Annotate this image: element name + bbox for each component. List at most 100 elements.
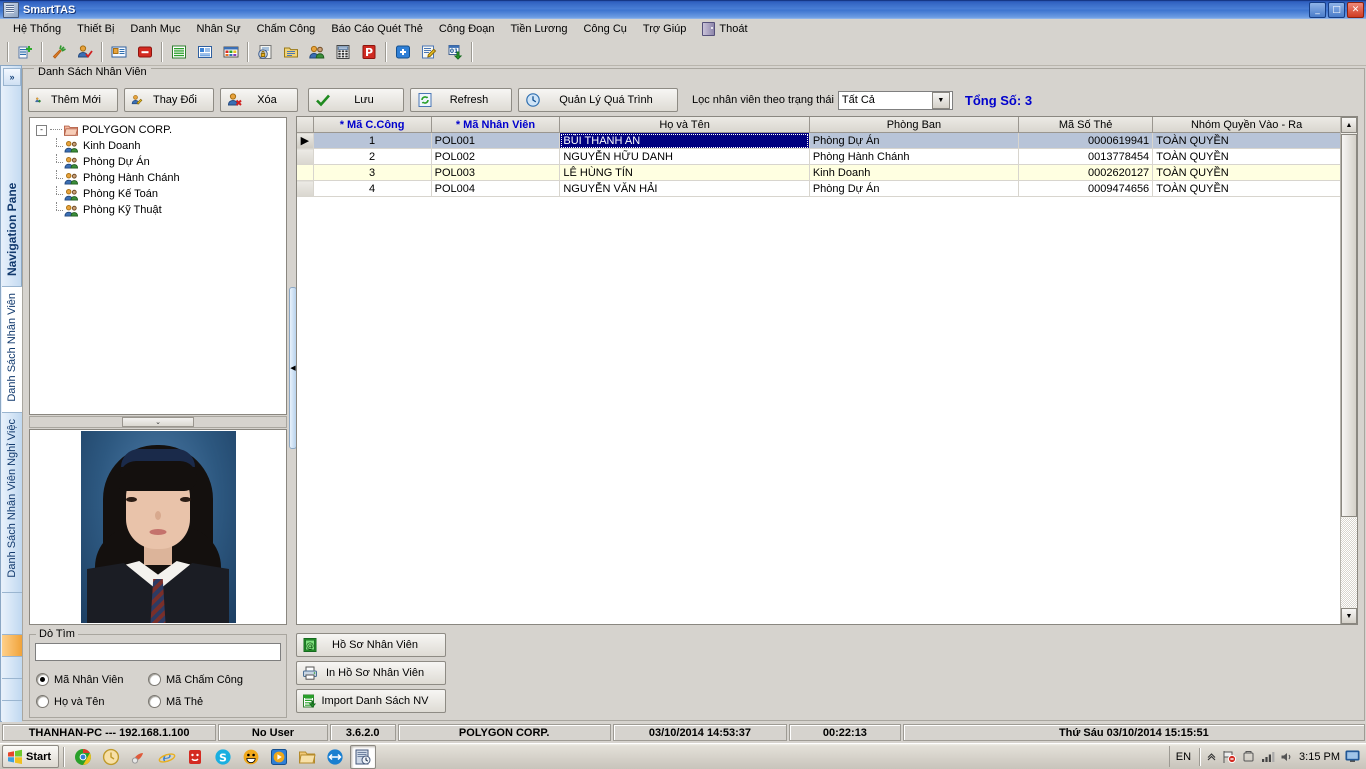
department-tree[interactable]: - POLYGON CORP. Kinh Doanh Phòng Dự Án P…	[29, 117, 287, 415]
tree-collapse-splitter[interactable]: ⌄	[29, 416, 287, 428]
skype-icon-button[interactable]: S	[210, 745, 236, 769]
taskbar-clock[interactable]: 3:15 PM	[1299, 751, 1340, 763]
import-employee-list-button[interactable]: Import Danh Sách NV	[296, 689, 446, 713]
smarttas-icon-button[interactable]	[350, 744, 377, 769]
show-desktop-icon[interactable]	[1345, 750, 1360, 763]
report-lock-icon-button[interactable]	[253, 40, 277, 64]
cell-phong-ban[interactable]: Kinh Doanh	[809, 164, 1020, 181]
chevron-down-icon[interactable]: ▼	[931, 91, 950, 109]
teamviewer-icon-button[interactable]	[322, 745, 348, 769]
cell-ma-nhan-vien[interactable]: POL002	[431, 148, 561, 165]
network-signal-icon[interactable]	[1261, 751, 1275, 763]
status-filter-select[interactable]: Tất Cả ▼	[837, 90, 953, 110]
grid-color-icon-button[interactable]	[219, 40, 243, 64]
tree-node-kinh-doanh[interactable]: Kinh Doanh	[30, 138, 286, 154]
scroll-thumb[interactable]	[1341, 134, 1357, 517]
radio-button[interactable]	[148, 673, 161, 686]
minimize-button[interactable]: _	[1309, 2, 1326, 18]
cell-ma-ccong[interactable]: 2	[313, 148, 432, 165]
cell-ho-va-ten[interactable]: NGUYỄN VĂN HẢI	[559, 180, 810, 197]
users-icon-button[interactable]	[305, 40, 329, 64]
process-management-button[interactable]: Quản Lý Quá Trình	[518, 88, 678, 112]
cell-nhom-quyen[interactable]: TOÀN QUYỀN	[1152, 180, 1341, 197]
calculator-icon-button[interactable]	[331, 40, 355, 64]
print-profile-button[interactable]: In Hồ Sơ Nhân Viên	[296, 661, 446, 685]
menu-item-cong-doan[interactable]: Công Đoạn	[431, 21, 503, 37]
delete-button[interactable]: Xóa	[220, 88, 298, 112]
tree-node-phong-ke-toan[interactable]: Phòng Kế Toán	[30, 186, 286, 202]
user-check-icon-button[interactable]	[73, 40, 97, 64]
employee-data-grid[interactable]: * Mã C.Công * Mã Nhân Viên Họ và Tên Phò…	[296, 116, 1358, 625]
cell-phong-ban[interactable]: Phòng Dự Án	[809, 180, 1020, 197]
volume-icon[interactable]	[1280, 751, 1294, 763]
powerpoint-icon-button[interactable]: P	[357, 40, 381, 64]
radio-ma-the[interactable]: Mã Thẻ	[148, 695, 203, 708]
menu-item-tien-luong[interactable]: Tiền Lương	[503, 21, 576, 37]
chrome-icon-button[interactable]	[70, 745, 96, 769]
expand-arrow-icon[interactable]	[1206, 751, 1217, 762]
panel-splitter[interactable]: ◀	[288, 117, 297, 625]
save-button[interactable]: Lưu	[308, 88, 404, 112]
cell-ma-nhan-vien[interactable]: POL004	[431, 180, 561, 197]
chevron-down-icon[interactable]: ⌄	[122, 417, 194, 427]
scroll-up-button[interactable]: ▲	[1341, 117, 1357, 133]
nav-strip-segment[interactable]	[2, 678, 22, 701]
radio-button[interactable]	[148, 695, 161, 708]
scroll-down-button[interactable]: ▼	[1341, 608, 1357, 624]
search-input[interactable]	[35, 643, 281, 661]
cell-phong-ban[interactable]: Phòng Hành Chánh	[809, 148, 1020, 165]
column-header-ma-ccong[interactable]: * Mã C.Công	[313, 117, 432, 133]
cell-ma-so-the[interactable]: 0013778454	[1018, 148, 1154, 165]
tree-node-phong-du-an[interactable]: Phòng Dự Án	[30, 154, 286, 170]
export-date-icon-button[interactable]: 01	[443, 40, 467, 64]
menu-item-thiet-bi[interactable]: Thiết Bị	[69, 21, 122, 37]
cell-nhom-quyen[interactable]: TOÀN QUYỀN	[1152, 148, 1341, 165]
sharepod-icon-button[interactable]	[126, 745, 152, 769]
cell-ho-va-ten[interactable]: LÊ HÙNG TÍN	[559, 164, 810, 181]
folder-icon-button[interactable]	[294, 745, 320, 769]
flag-error-icon[interactable]	[1222, 750, 1237, 764]
menu-item-thoat[interactable]: Thoát	[694, 20, 755, 38]
grid-vertical-scrollbar[interactable]: ▲ ▼	[1340, 117, 1357, 624]
tree-collapse-toggle[interactable]: -	[36, 124, 47, 136]
table-row[interactable]: 2 POL002 NGUYỄN HỮU DANH Phòng Hành Chán…	[297, 148, 1341, 165]
media-player-icon-button[interactable]	[266, 745, 292, 769]
cell-ma-so-the[interactable]: 0009474656	[1018, 180, 1154, 197]
cell-ma-ccong[interactable]: 1	[313, 132, 432, 149]
nav-tab-danh-sach-nhan-vien-nghi-viec[interactable]: Danh Sách Nhân Viên Nghỉ Việc	[2, 412, 22, 593]
row-marker[interactable]: ▶	[297, 132, 314, 149]
cell-ma-ccong[interactable]: 3	[313, 164, 432, 181]
cell-ma-so-the[interactable]: 0002620127	[1018, 164, 1154, 181]
form-icon-button[interactable]	[193, 40, 217, 64]
menu-item-nhan-su[interactable]: Nhân Sự	[189, 21, 249, 37]
radio-ma-nhan-vien[interactable]: Mã Nhân Viên	[36, 673, 124, 686]
list-lines-icon-button[interactable]	[167, 40, 191, 64]
row-marker[interactable]	[297, 180, 314, 197]
start-button[interactable]: Start	[2, 745, 60, 768]
cell-ma-nhan-vien[interactable]: POL003	[431, 164, 561, 181]
radio-button[interactable]	[36, 695, 49, 708]
nav-strip-segment[interactable]	[2, 700, 22, 722]
edit-button[interactable]: Thay Đổi	[124, 88, 214, 112]
tree-node-phong-ky-thuat[interactable]: Phòng Kỹ Thuật	[30, 202, 286, 218]
column-header-ma-nhan-vien[interactable]: * Mã Nhân Viên	[431, 117, 561, 133]
column-header-ho-va-ten[interactable]: Họ và Tên	[559, 117, 810, 133]
maximize-button[interactable]: □	[1328, 2, 1345, 18]
tree-node-phong-hanh-chanh[interactable]: Phòng Hành Chánh	[30, 170, 286, 186]
add-blue-icon-button[interactable]	[391, 40, 415, 64]
cell-ma-so-the[interactable]: 0000619941	[1018, 132, 1154, 149]
menu-item-cong-cu[interactable]: Công Cụ	[575, 21, 634, 37]
employee-profile-button[interactable]: @ Hồ Sơ Nhân Viên	[296, 633, 446, 657]
cell-nhom-quyen[interactable]: TOÀN QUYỀN	[1152, 132, 1341, 149]
nav-strip-segment[interactable]	[2, 592, 22, 635]
table-row[interactable]: 4 POL004 NGUYỄN VĂN HẢI Phòng Dự Án 0009…	[297, 180, 1341, 197]
cell-ho-va-ten[interactable]: NGUYỄN HỮU DANH	[559, 148, 810, 165]
table-row[interactable]: 3 POL003 LÊ HÙNG TÍN Kinh Doanh 00026201…	[297, 164, 1341, 181]
menu-item-he-thong[interactable]: Hệ Thống	[5, 21, 69, 37]
row-marker[interactable]	[297, 164, 314, 181]
menu-item-bao-cao-quet-the[interactable]: Báo Cáo Quét Thẻ	[323, 21, 431, 37]
cell-nhom-quyen[interactable]: TOÀN QUYỀN	[1152, 164, 1341, 181]
clock-yellow-icon-button[interactable]	[98, 745, 124, 769]
new-record-icon-button[interactable]	[13, 40, 37, 64]
unikey-icon-button[interactable]	[182, 745, 208, 769]
